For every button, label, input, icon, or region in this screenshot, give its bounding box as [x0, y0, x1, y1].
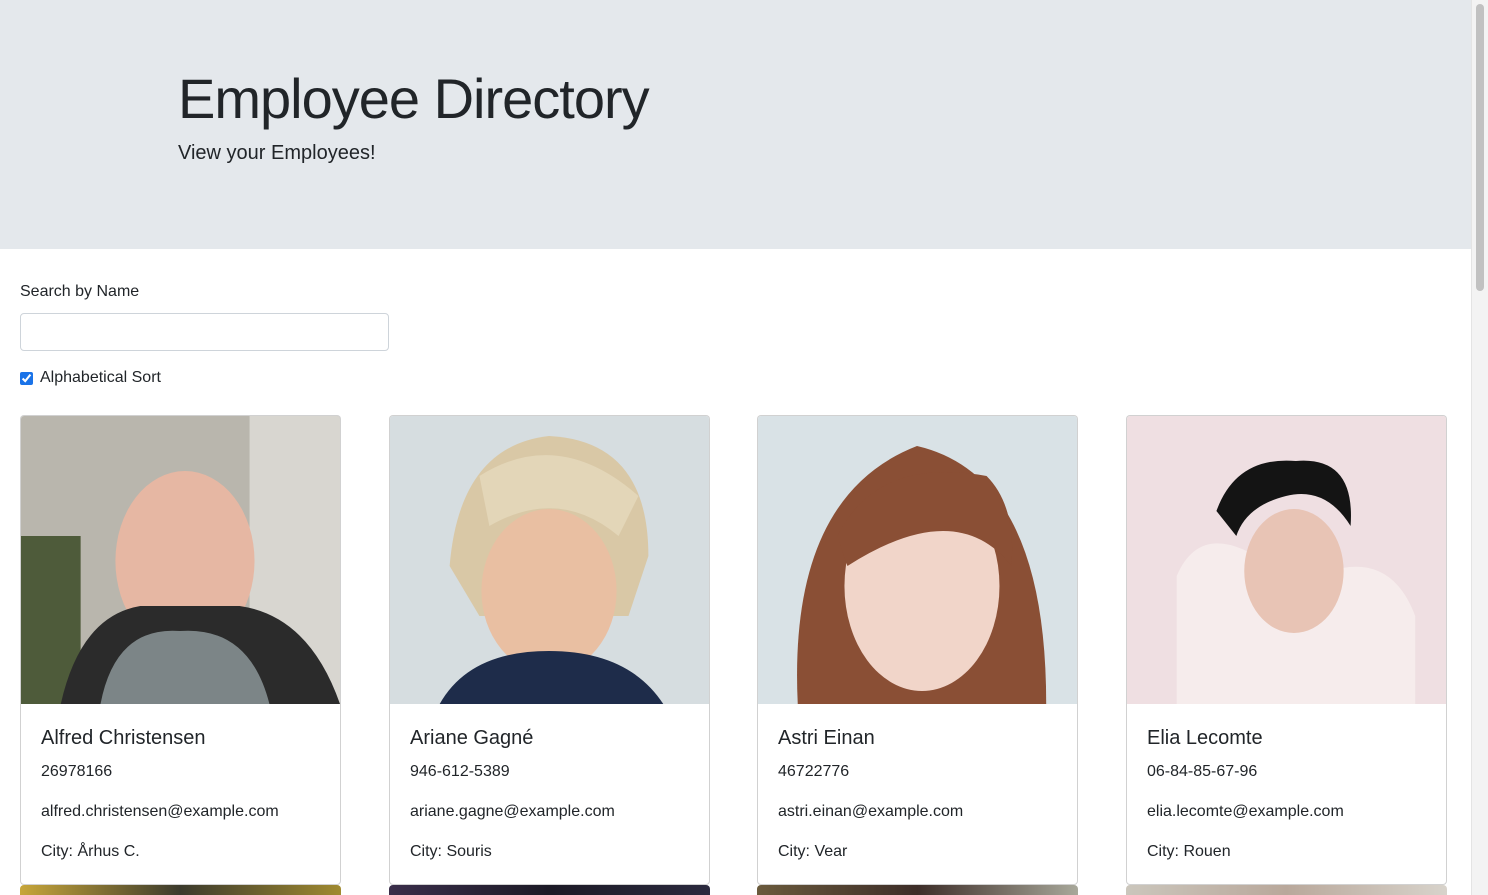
employee-card: Ariane Gagné 946-612-5389 ariane.gagne@e…: [389, 415, 710, 885]
employee-card-peek: [389, 885, 710, 895]
employee-card-peek: [20, 885, 341, 895]
employee-city: City: Souris: [410, 843, 492, 860]
employee-email: alfred.christensen@example.com: [41, 803, 279, 820]
alphabetical-sort-checkbox[interactable]: [20, 371, 33, 385]
employee-city: City: Århus C.: [41, 843, 140, 860]
employee-name: Ariane Gagné: [410, 727, 534, 749]
employee-card: Alfred Christensen 26978166 alfred.chris…: [20, 415, 341, 885]
employee-phone: 06-84-85-67-96: [1147, 763, 1258, 780]
employee-photo: [758, 416, 1077, 704]
employee-photo: [21, 416, 340, 704]
employee-phone: 26978166: [41, 763, 113, 780]
search-input[interactable]: [20, 313, 389, 351]
jumbotron-header: Employee Directory View your Employees!: [0, 0, 1471, 249]
employee-card-peek: [757, 885, 1078, 895]
employee-city: City: Rouen: [1147, 843, 1231, 860]
employee-name: Astri Einan: [778, 727, 875, 749]
employee-photo: [1127, 416, 1446, 704]
employee-name: Alfred Christensen: [41, 727, 206, 749]
alphabetical-sort-label[interactable]: Alphabetical Sort: [40, 369, 161, 387]
employee-phone: 946-612-5389: [410, 763, 510, 780]
sort-row: Alphabetical Sort: [20, 369, 161, 387]
employee-card: Elia Lecomte 06-84-85-67-96 elia.lecomte…: [1126, 415, 1447, 885]
vertical-scrollbar[interactable]: [1471, 0, 1488, 895]
search-label: Search by Name: [20, 283, 140, 300]
employee-name: Elia Lecomte: [1147, 727, 1263, 749]
page-subtitle: View your Employees!: [178, 142, 376, 164]
employee-email: astri.einan@example.com: [778, 803, 964, 820]
employee-email: elia.lecomte@example.com: [1147, 803, 1344, 820]
employee-phone: 46722776: [778, 763, 850, 780]
scrollbar-thumb[interactable]: [1476, 4, 1484, 291]
page-title: Employee Directory: [178, 67, 650, 130]
employee-photo: [390, 416, 709, 704]
employee-card: Astri Einan 46722776 astri.einan@example…: [757, 415, 1078, 885]
employee-email: ariane.gagne@example.com: [410, 803, 615, 820]
employee-card-peek: [1126, 885, 1447, 895]
employee-city: City: Vear: [778, 843, 848, 860]
